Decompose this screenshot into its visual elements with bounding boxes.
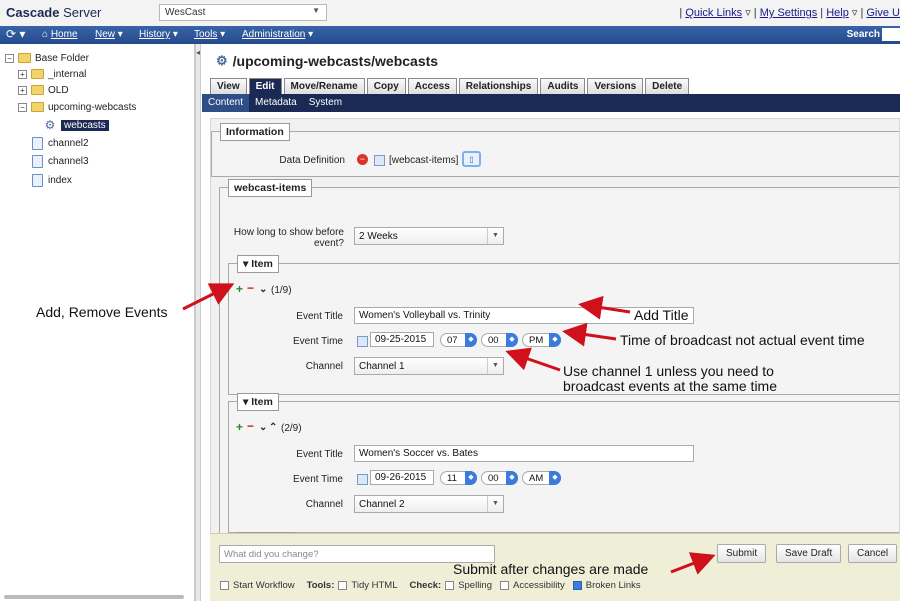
- arrow-add-remove: [182, 283, 235, 311]
- arrow-submit: [670, 552, 716, 575]
- arrow-time: [562, 322, 617, 347]
- annotation-arrows: [182, 283, 716, 575]
- arrow-add-title: [578, 295, 631, 320]
- arrow-channel: [505, 347, 561, 372]
